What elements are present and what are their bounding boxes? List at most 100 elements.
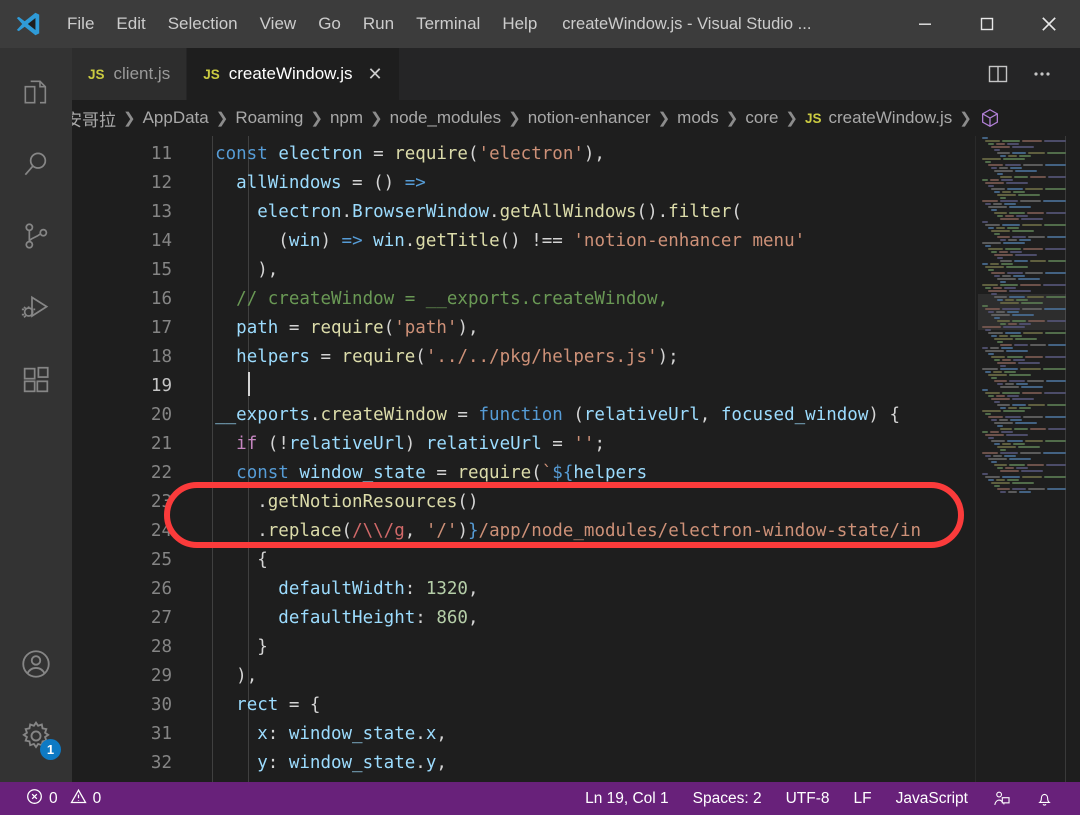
settings-gear-icon[interactable]: 1 [0, 700, 72, 772]
code-token: ( [278, 231, 289, 251]
code-line[interactable]: const window_state = require(`${helpers [194, 459, 1080, 488]
js-file-icon: JS [203, 66, 220, 82]
more-actions-icon[interactable] [1022, 54, 1062, 94]
breadcrumb-item-roaming[interactable]: Roaming [235, 108, 303, 128]
code-line[interactable]: path = require('path'), [194, 314, 1080, 343]
vscode-window: File Edit Selection View Go Run Terminal… [0, 0, 1080, 815]
menu-go[interactable]: Go [307, 0, 352, 48]
menu-edit[interactable]: Edit [105, 0, 156, 48]
code-line[interactable]: electron.BrowserWindow.getAllWindows().f… [194, 198, 1080, 227]
code-editor[interactable]: 11 12 13 14 15 16 17 18 19 20 21 22 23 24 25 26 27 28 29 30… [72, 136, 1080, 782]
code-line[interactable]: defaultHeight: 860, [194, 604, 1080, 633]
code-line[interactable]: } [194, 633, 1080, 662]
indentation-status[interactable]: Spaces: 2 [681, 782, 774, 815]
menu-help[interactable]: Help [491, 0, 548, 48]
code-token: . [415, 724, 426, 744]
sidebar-item-explorer[interactable] [0, 56, 72, 128]
code-token: , [436, 724, 447, 744]
minimap-line [978, 583, 1066, 586]
breadcrumb-item-node-modules[interactable]: node_modules [390, 108, 502, 128]
breadcrumb-item-root[interactable]: 安哥拉 [72, 106, 116, 131]
encoding-status[interactable]: UTF-8 [774, 782, 842, 815]
code-token: ; [594, 434, 605, 454]
code-line[interactable]: { [194, 546, 1080, 575]
menu-terminal[interactable]: Terminal [405, 0, 491, 48]
symbol-cube-icon[interactable] [979, 107, 1001, 129]
code-token: ( [573, 405, 584, 425]
code-line[interactable]: width: window_state.width, [194, 778, 1080, 782]
cursor-position-status[interactable]: Ln 19, Col 1 [573, 782, 681, 815]
workbench-body: 1 JS client.js JS createWindow.js ✕ 安哥拉 … [0, 48, 1080, 782]
language-status[interactable]: JavaScript [884, 782, 980, 815]
code-line[interactable]: ), [194, 662, 1080, 691]
code-line[interactable]: if (!relativeUrl) relativeUrl = ''; [194, 430, 1080, 459]
tab-label: client.js [113, 64, 171, 83]
code-lines[interactable]: const electron = require('electron'), al… [194, 136, 1080, 782]
tab-createwindow-js[interactable]: JS createWindow.js ✕ [187, 48, 400, 100]
code-line[interactable]: defaultWidth: 1320, [194, 575, 1080, 604]
code-token: electron [278, 144, 363, 164]
code-line[interactable]: allWindows = () => [194, 169, 1080, 198]
breadcrumb: 安哥拉 ❯ AppData ❯ Roaming ❯ npm ❯ node_mod… [72, 100, 1080, 136]
tab-close-icon[interactable]: ✕ [368, 65, 383, 83]
split-editor-icon[interactable] [978, 54, 1018, 94]
code-line[interactable]: rect = { [194, 691, 1080, 720]
breadcrumb-item-appdata[interactable]: AppData [143, 108, 209, 128]
menu-selection[interactable]: Selection [157, 0, 249, 48]
chevron-right-icon: ❯ [725, 110, 739, 127]
code-line[interactable]: helpers = require('../../pkg/helpers.js'… [194, 343, 1080, 372]
code-line[interactable]: ), [194, 256, 1080, 285]
warning-triangle-icon [70, 788, 87, 810]
code-token: window_state [288, 724, 416, 744]
breadcrumb-item-core[interactable]: core [745, 108, 778, 128]
menu-run[interactable]: Run [352, 0, 405, 48]
sidebar-item-run-and-debug[interactable] [0, 272, 72, 344]
code-token: ) { [868, 405, 900, 425]
code-line[interactable]: x: window_state.x, [194, 720, 1080, 749]
eol-status[interactable]: LF [842, 782, 884, 815]
code-line[interactable]: .replace(/\\/g, '/')}/app/node_modules/e… [194, 517, 1080, 546]
sidebar-item-extensions[interactable] [0, 344, 72, 416]
code-line[interactable]: // createWindow = __exports.createWindow… [194, 285, 1080, 314]
code-token: getNotionResources [267, 492, 458, 512]
problems-status[interactable]: 0 0 [14, 782, 113, 815]
breadcrumb-item-file[interactable]: JS createWindow.js [805, 108, 952, 128]
maximize-button[interactable] [956, 0, 1018, 48]
code-token: ); [657, 347, 679, 367]
line-number: 28 [150, 637, 172, 657]
error-count: 0 [49, 789, 58, 807]
code-line[interactable]: (win) => win.getTitle() !== 'notion-enha… [194, 227, 1080, 256]
chevron-right-icon: ❯ [123, 110, 136, 127]
close-button[interactable] [1018, 0, 1080, 48]
sidebar-item-search[interactable] [0, 128, 72, 200]
code-token: window_state [299, 463, 426, 483]
menu-file[interactable]: File [56, 0, 105, 48]
code-token: : [267, 724, 289, 744]
tab-client-js[interactable]: JS client.js [72, 48, 188, 100]
breadcrumb-item-notion-enhancer[interactable]: notion-enhancer [528, 108, 651, 128]
minimize-button[interactable] [894, 0, 956, 48]
bell-icon[interactable] [1023, 782, 1066, 815]
code-token: . [257, 492, 268, 512]
code-token: } [257, 637, 268, 657]
code-line[interactable]: y: window_state.y, [194, 749, 1080, 778]
code-token: . [257, 521, 268, 541]
minimap[interactable] [978, 136, 1066, 782]
code-token: ( [383, 318, 395, 338]
breadcrumb-item-mods[interactable]: mods [677, 108, 719, 128]
feedback-person-icon[interactable] [980, 782, 1023, 815]
code-line[interactable]: .getNotionResources() [194, 488, 1080, 517]
accounts-icon[interactable] [0, 628, 72, 700]
code-line[interactable] [194, 372, 1080, 401]
menu-view[interactable]: View [249, 0, 308, 48]
breadcrumb-item-npm[interactable]: npm [330, 108, 363, 128]
code-token: = [278, 695, 310, 715]
code-line[interactable]: __exports.createWindow = function (relat… [194, 401, 1080, 430]
sidebar-item-source-control[interactable] [0, 200, 72, 272]
code-line[interactable]: const electron = require('electron'), [194, 140, 1080, 169]
